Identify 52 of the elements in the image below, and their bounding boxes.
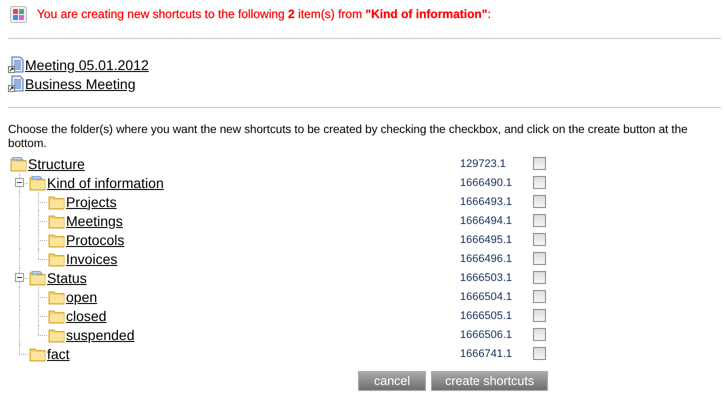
folder-icon (48, 232, 65, 248)
folder-icon (29, 346, 46, 362)
document-shortcut-icon (8, 56, 25, 73)
folder-checkbox[interactable] (533, 271, 546, 284)
folder-link[interactable]: open (66, 288, 98, 304)
collapse-toggle-icon[interactable] (15, 178, 24, 187)
folder-link[interactable]: Projects (66, 194, 117, 210)
collapse-toggle-icon[interactable] (15, 273, 24, 282)
folder-checkbox[interactable] (533, 195, 546, 208)
folder-link[interactable]: fact (47, 346, 70, 362)
folder-icon (48, 194, 65, 210)
folder-link[interactable]: closed (66, 308, 106, 324)
header-message: You are creating new shortcuts to the following 2 item(s) from "Kind of information": (37, 7, 491, 21)
folder-checkbox[interactable] (533, 214, 546, 227)
folder-id: 1666505.1 (460, 310, 513, 322)
folder-checkbox[interactable] (533, 157, 546, 170)
folder-id: 1666504.1 (460, 290, 513, 302)
folder-id: 1666490.1 (460, 176, 513, 188)
folder-link[interactable]: Kind of information (47, 174, 164, 190)
folder-checkbox[interactable] (533, 252, 546, 265)
item-link[interactable]: Business Meeting (25, 76, 136, 92)
shortcut-app-icon (10, 6, 27, 22)
folder-id: 1666493.1 (460, 196, 513, 208)
folder-id: 1666494.1 (460, 214, 513, 226)
document-shortcut-icon (8, 75, 25, 92)
folder-checkbox[interactable] (533, 176, 546, 189)
item-link[interactable]: Meeting 05.01.2012 (25, 56, 149, 72)
instructions-text: Choose the folder(s) where you want the new shortcuts to be created by checking the checkbox, and click on the create button at the bottom. (8, 123, 689, 151)
folder-id: 1666496.1 (460, 252, 513, 264)
folder-id: 1666741.1 (460, 348, 513, 360)
folder-link[interactable]: Structure (28, 156, 85, 172)
folder-icon (48, 288, 65, 304)
folder-icon (48, 250, 65, 266)
open-folder-icon (29, 174, 46, 190)
folder-id: 1666503.1 (460, 272, 513, 284)
folder-link[interactable]: Invoices (66, 250, 118, 266)
folder-checkbox[interactable] (533, 233, 546, 246)
open-folder-icon (29, 270, 46, 286)
folder-checkbox[interactable] (533, 309, 546, 322)
folder-icon (48, 308, 65, 324)
folder-icon (48, 212, 65, 228)
folder-icon (48, 326, 65, 342)
folder-link[interactable]: Status (47, 270, 87, 286)
folder-checkbox[interactable] (533, 290, 546, 303)
folder-checkbox[interactable] (533, 328, 546, 341)
folder-link[interactable]: Protocols (66, 232, 124, 248)
folder-id: 1666506.1 (460, 328, 513, 340)
folder-checkbox[interactable] (533, 347, 546, 360)
folder-link[interactable]: Meetings (66, 212, 123, 228)
folder-id: 129723.1 (460, 158, 507, 170)
folder-id: 1666495.1 (460, 234, 513, 246)
folder-link[interactable]: suspended (66, 326, 135, 342)
